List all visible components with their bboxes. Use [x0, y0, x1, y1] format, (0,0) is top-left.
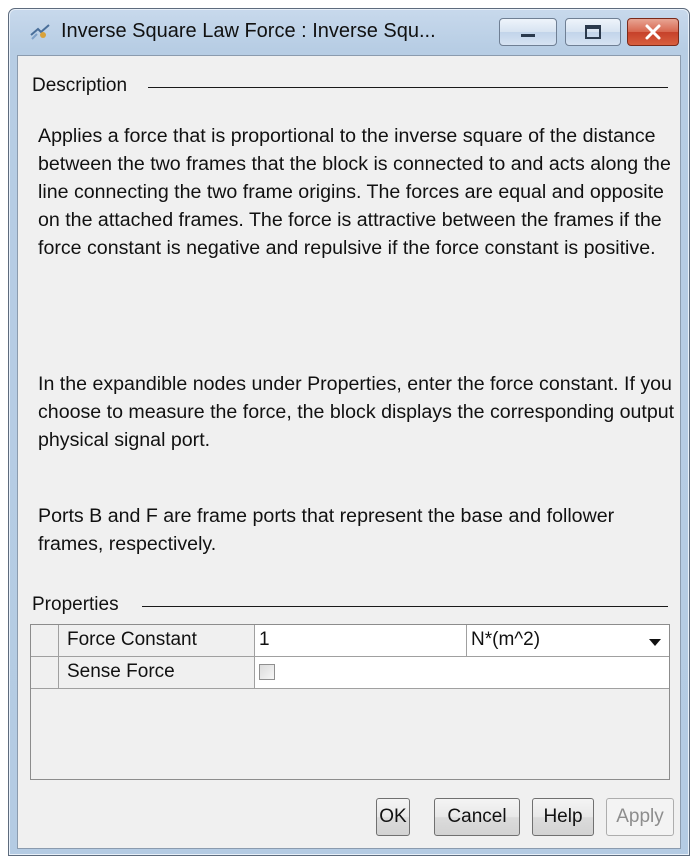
- property-name: Force Constant: [59, 625, 255, 657]
- row-gutter: [31, 625, 59, 657]
- minimize-icon: [521, 34, 535, 37]
- description-divider: [148, 87, 668, 88]
- help-button[interactable]: Help: [532, 798, 594, 836]
- sense-force-checkbox[interactable]: [259, 664, 275, 680]
- minimize-button[interactable]: [499, 18, 557, 46]
- title-bar[interactable]: Inverse Square Law Force : Inverse Squ..…: [9, 9, 689, 55]
- properties-divider: [142, 606, 668, 607]
- description-paragraph-2: In the expandible nodes under Properties…: [38, 373, 675, 451]
- description-paragraph-1: Applies a force that is proportional to …: [38, 125, 671, 259]
- close-button[interactable]: [627, 18, 679, 46]
- description-paragraph-3: Ports B and F are frame ports that repre…: [38, 505, 615, 555]
- ok-button[interactable]: OK: [376, 798, 410, 836]
- force-constant-input[interactable]: 1: [255, 625, 467, 657]
- window-title: Inverse Square Law Force : Inverse Squ..…: [61, 20, 436, 42]
- maximize-icon: [585, 25, 601, 39]
- dialog-body: Description Applies a force that is prop…: [17, 55, 681, 849]
- block-parameters-icon: [29, 21, 51, 43]
- chevron-down-icon[interactable]: [649, 639, 661, 646]
- apply-button[interactable]: Apply: [606, 798, 674, 836]
- maximize-button[interactable]: [565, 18, 621, 46]
- property-name: Sense Force: [59, 657, 255, 689]
- unit-select[interactable]: N*(m^2): [467, 625, 669, 657]
- close-icon: [645, 24, 661, 40]
- table-row: Force Constant 1 N*(m^2): [31, 625, 669, 657]
- sense-force-cell: [255, 657, 669, 689]
- cancel-button[interactable]: Cancel: [434, 798, 520, 836]
- unit-select-value: N*(m^2): [471, 629, 541, 650]
- properties-table: Force Constant 1 N*(m^2) Sense Force: [30, 624, 670, 780]
- table-row: Sense Force: [31, 657, 669, 689]
- description-heading: Description: [32, 75, 134, 97]
- properties-heading: Properties: [32, 594, 125, 616]
- row-gutter: [31, 657, 59, 689]
- dialog-window: Inverse Square Law Force : Inverse Squ..…: [8, 8, 690, 856]
